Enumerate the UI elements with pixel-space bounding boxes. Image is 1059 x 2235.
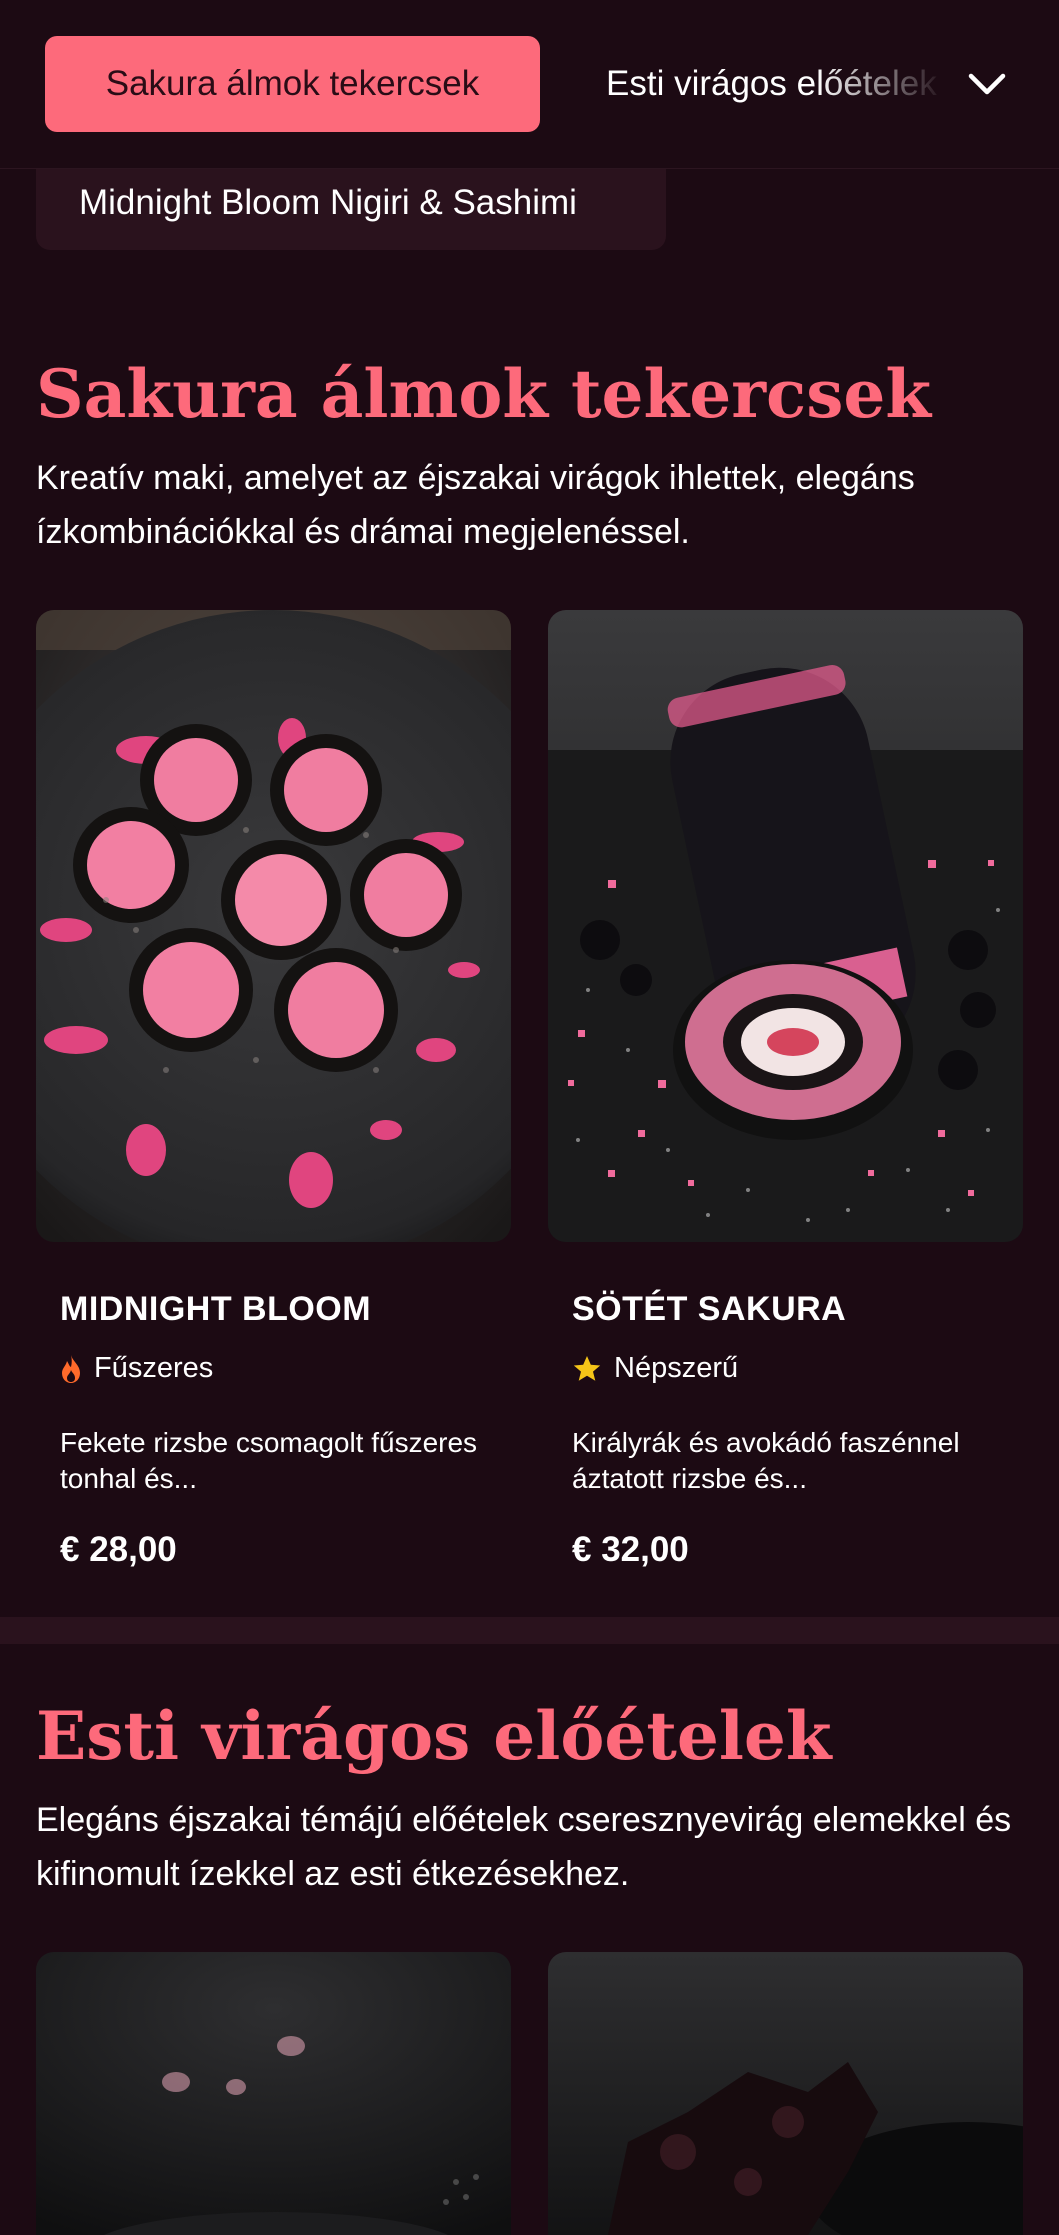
- menu-item-card-sotet-sakura[interactable]: SÖTÉT SAKURA Népszerű Királyrák és avoká…: [548, 610, 1023, 1569]
- section-title-evening-appetizers: Esti virágos előételek: [36, 1697, 832, 1775]
- section-divider: [0, 1617, 1059, 1644]
- menu-item-tag: Fűszeres: [60, 1352, 213, 1385]
- menu-item-name: MIDNIGHT BLOOM: [60, 1290, 372, 1328]
- menu-item-name: SÖTÉT SAKURA: [572, 1290, 847, 1328]
- menu-item-card-midnight-bloom[interactable]: MIDNIGHT BLOOM Fűszeres Fekete rizsbe cs…: [36, 610, 511, 1569]
- menu-item-tag-label: Népszerű: [614, 1352, 739, 1384]
- section-description-evening-appetizers: Elegáns éjszakai témájú előételek cseres…: [36, 1801, 1012, 1893]
- menu-item-description: Fekete rizsbe csomagolt fűszeres tonhal …: [60, 1427, 478, 1494]
- menu-item-price: € 32,00: [572, 1530, 689, 1569]
- menu-item-image-sotet-sakura: [548, 610, 1023, 1242]
- section-title-sakura-rolls: Sakura álmok tekercsek: [36, 355, 932, 433]
- chevron-down-icon[interactable]: [963, 60, 1011, 108]
- menu-item-image-midnight-bloom: [36, 610, 511, 1242]
- menu-item-image-appetizer-2[interactable]: [548, 1952, 1023, 2235]
- flame-icon: [62, 1354, 80, 1383]
- category-tab-sakura-rolls[interactable]: Sakura álmok tekercsek: [45, 36, 540, 132]
- category-tab-nigiri-sashimi[interactable]: Midnight Bloom Nigiri & Sashimi: [36, 168, 666, 250]
- menu-item-tag: Népszerű: [572, 1352, 738, 1385]
- menu-item-tag-label: Fűszeres: [94, 1352, 214, 1384]
- star-icon: [573, 1355, 601, 1381]
- category-tab-evening-appetizers[interactable]: Esti virágos előételek: [606, 36, 946, 132]
- category-bar: Sakura álmok tekercsek Esti virágos előé…: [0, 0, 1059, 169]
- menu-item-description: Királyrák és avokádó faszénnel áztatott …: [572, 1427, 960, 1494]
- menu-item-price: € 28,00: [60, 1530, 177, 1569]
- section-description-sakura-rolls: Kreatív maki, amelyet az éjszakai virágo…: [36, 459, 915, 551]
- menu-item-image-appetizer-1[interactable]: [36, 1952, 511, 2235]
